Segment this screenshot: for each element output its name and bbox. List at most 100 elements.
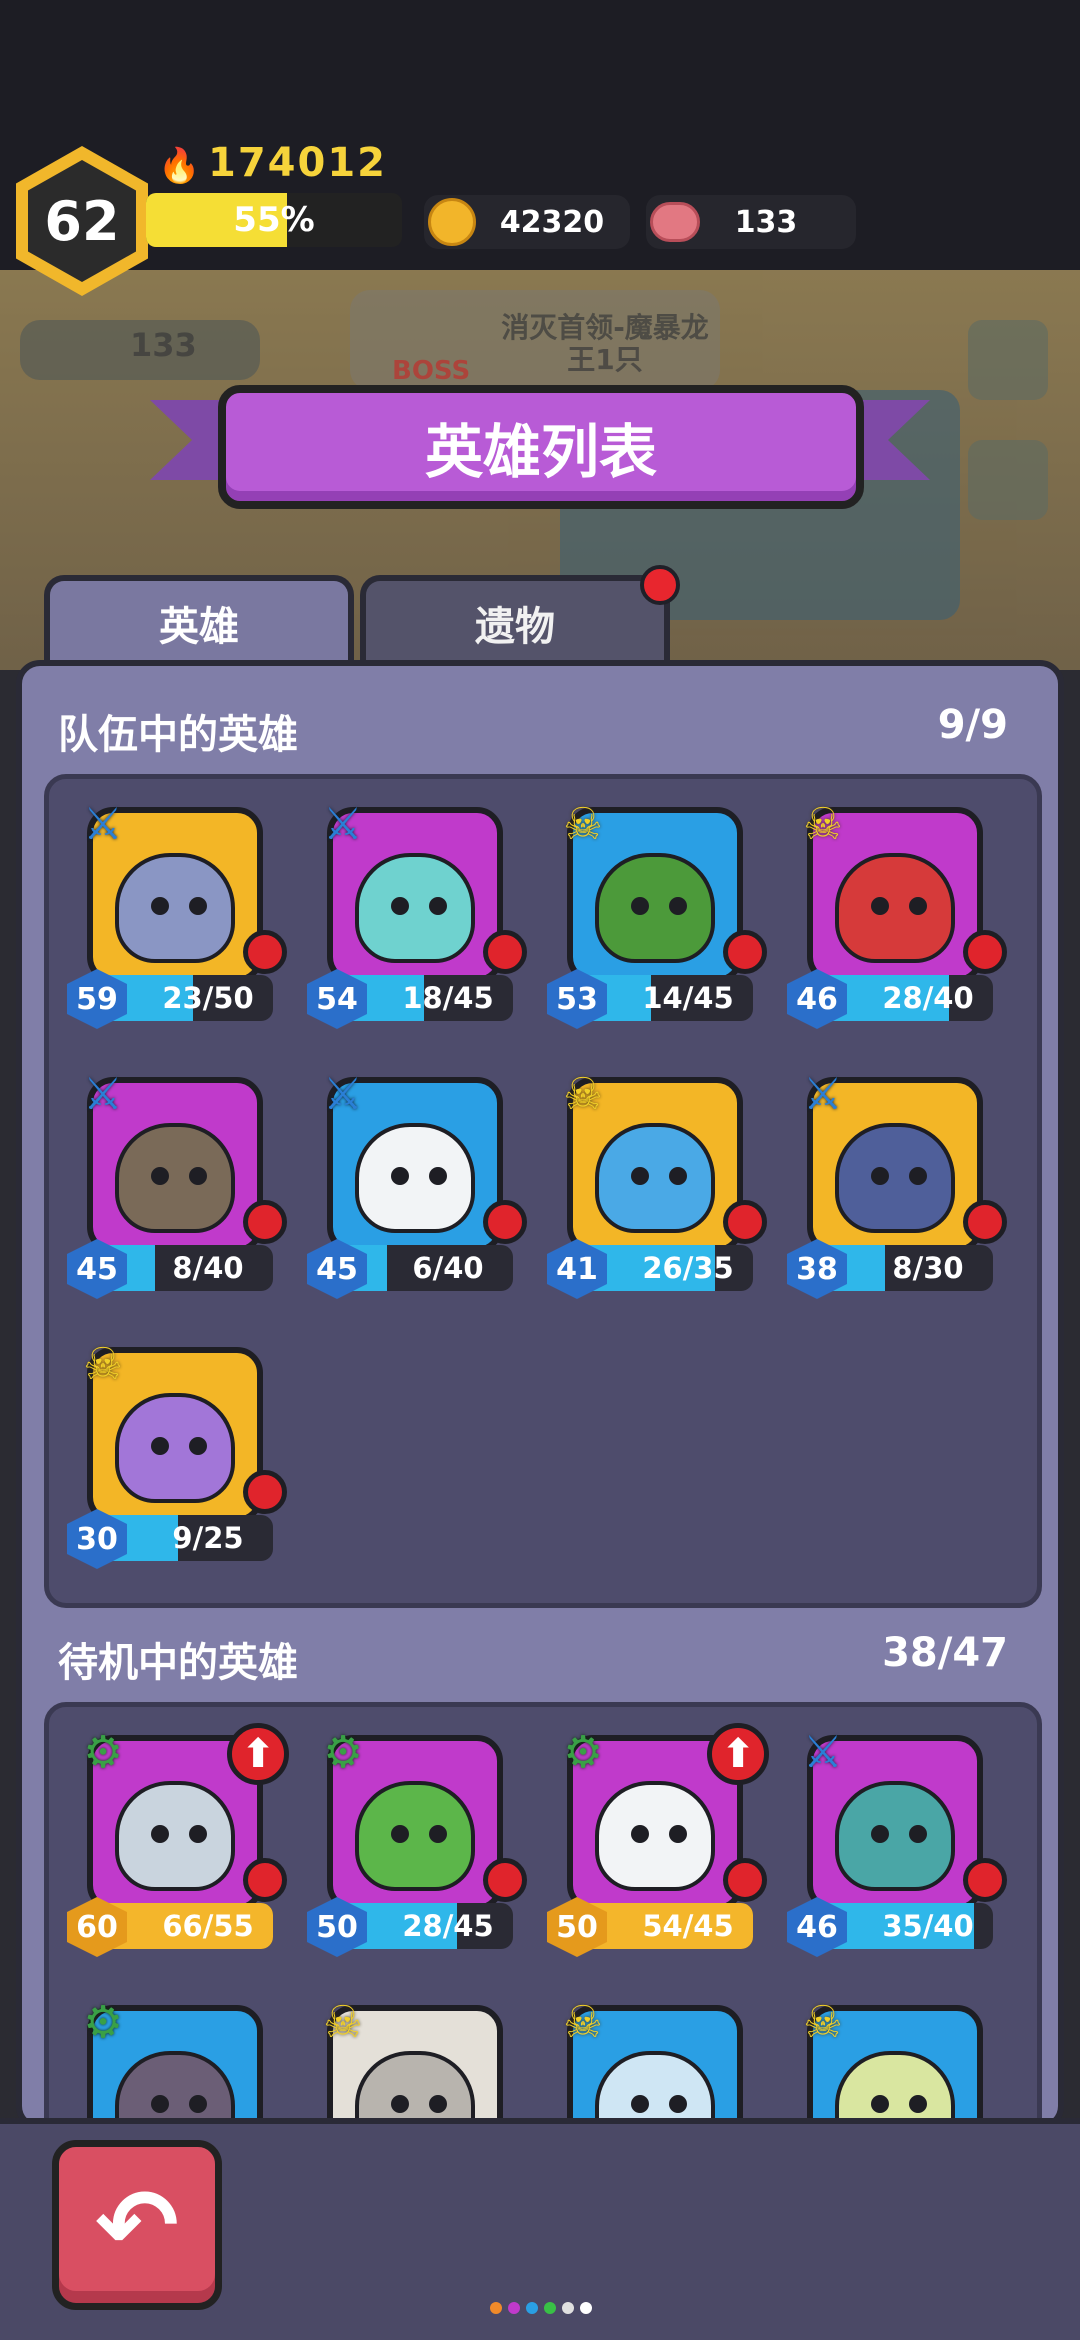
background-decor-icon bbox=[968, 440, 1048, 520]
hero-card[interactable]: ⚔ 35/40 46 bbox=[787, 1723, 1007, 1963]
page-indicator bbox=[490, 2302, 592, 2314]
hero-eye bbox=[669, 1167, 687, 1185]
hero-progress-text: 66/55 bbox=[162, 1909, 254, 1943]
hero-card[interactable]: ☠ 28/40 46 bbox=[787, 795, 1007, 1035]
crossed-swords-icon: ⚔ bbox=[83, 799, 123, 850]
hero-eye bbox=[189, 2095, 207, 2113]
hero-face bbox=[835, 1781, 955, 1891]
hero-eye bbox=[429, 1825, 447, 1843]
hero-eye bbox=[429, 1167, 447, 1185]
hero-card[interactable]: ☠ bbox=[787, 1993, 1007, 2124]
hero-face bbox=[115, 1393, 235, 1503]
hero-eye bbox=[909, 1825, 927, 1843]
meat-icon bbox=[650, 202, 700, 242]
hero-progress-text: 28/40 bbox=[882, 981, 974, 1015]
tab-heroes[interactable]: 英雄 bbox=[44, 575, 354, 665]
crossed-swords-icon: ⚔ bbox=[803, 1069, 843, 1120]
hero-card[interactable]: ☠ 26/35 41 bbox=[547, 1065, 767, 1305]
hero-eye bbox=[909, 897, 927, 915]
hero-eye bbox=[871, 1167, 889, 1185]
hero-eye bbox=[151, 2095, 169, 2113]
hero-eye bbox=[151, 1437, 169, 1455]
notification-dot bbox=[483, 930, 527, 974]
crossed-swords-icon: ⚔ bbox=[803, 1727, 843, 1778]
hero-card[interactable]: ⚔ 18/45 54 bbox=[307, 795, 527, 1035]
hero-eye bbox=[391, 1825, 409, 1843]
hero-progress-text: 8/30 bbox=[892, 1251, 964, 1285]
crossed-swords-icon: ⚔ bbox=[323, 1069, 363, 1120]
hero-eye bbox=[631, 897, 649, 915]
notification-dot bbox=[483, 1200, 527, 1244]
hero-eye bbox=[669, 897, 687, 915]
hero-card[interactable]: ⚔ 8/30 38 bbox=[787, 1065, 1007, 1305]
hero-card[interactable]: ☠ 14/45 53 bbox=[547, 795, 767, 1035]
notification-dot bbox=[963, 930, 1007, 974]
page-dot bbox=[526, 2302, 538, 2314]
hero-card[interactable]: ⚙ 28/45 50 bbox=[307, 1723, 527, 1963]
hero-eye bbox=[631, 1825, 649, 1843]
hero-list-panel[interactable]: 队伍中的英雄 9/9 ⚔ 23/50 59 ⚔ 18/45 54 ☠ 14/45 53 ☠ 28/4… bbox=[16, 660, 1064, 2130]
hero-face bbox=[355, 1123, 475, 1233]
gear-skull-icon: ⚙ bbox=[323, 1727, 363, 1778]
hero-eye bbox=[391, 897, 409, 915]
hero-card[interactable]: ⚙ ⬆ 54/45 50 bbox=[547, 1723, 769, 1963]
hero-card[interactable]: ⚔ 23/50 59 bbox=[67, 795, 287, 1035]
hero-card[interactable]: ⚙ bbox=[67, 1993, 287, 2124]
notification-dot bbox=[243, 930, 287, 974]
crossed-bones-icon: ☠ bbox=[563, 1069, 603, 1120]
hero-eye bbox=[871, 1825, 889, 1843]
team-section-count: 9/9 bbox=[937, 702, 1008, 748]
hero-eye bbox=[151, 1167, 169, 1185]
upgrade-arrow-icon: ⬆ bbox=[707, 1723, 769, 1785]
background-meat-count: 133 bbox=[130, 326, 197, 364]
meat-value: 133 bbox=[734, 204, 798, 240]
gear-skull-icon: ⚙ bbox=[83, 1997, 123, 2048]
notification-dot bbox=[723, 1200, 767, 1244]
notification-dot bbox=[243, 1470, 287, 1514]
hero-card[interactable]: ⚙ ⬆ 66/55 60 bbox=[67, 1723, 289, 1963]
hero-eye bbox=[909, 1167, 927, 1185]
background-quest-text: 消灭首领-魔暴龙王1只 bbox=[501, 311, 709, 376]
gear-skull-icon: ⚙ bbox=[563, 1727, 603, 1778]
hero-progress-text: 23/50 bbox=[162, 981, 254, 1015]
background-decor-icon bbox=[968, 320, 1048, 400]
page-dot bbox=[580, 2302, 592, 2314]
gear-skull-icon: ⚙ bbox=[83, 1727, 123, 1778]
hero-progress-text: 18/45 bbox=[402, 981, 494, 1015]
tab-relics[interactable]: 遗物 bbox=[360, 575, 670, 665]
page-dot bbox=[490, 2302, 502, 2314]
notification-dot bbox=[963, 1858, 1007, 1902]
notification-dot bbox=[483, 1858, 527, 1902]
hero-eye bbox=[189, 1825, 207, 1843]
hero-eye bbox=[151, 1825, 169, 1843]
hero-progress-text: 54/45 bbox=[642, 1909, 734, 1943]
crossed-bones-icon: ☠ bbox=[83, 1339, 123, 1390]
hero-eye bbox=[391, 1167, 409, 1185]
standby-hero-grid: ⚙ ⬆ 66/55 60 ⚙ 28/45 50 ⚙ ⬆ 54/45 50 ⚔ 35/40 46 ⚙ ☠ ☠ ☠ bbox=[44, 1702, 1042, 2124]
back-button[interactable]: ↶ bbox=[52, 2140, 222, 2310]
hero-card[interactable]: ⚔ 8/40 45 bbox=[67, 1065, 287, 1305]
hero-card[interactable]: ☠ bbox=[547, 1993, 767, 2124]
hero-eye bbox=[189, 1437, 207, 1455]
hero-progress-text: 35/40 bbox=[882, 1909, 974, 1943]
notification-dot bbox=[723, 930, 767, 974]
hero-eye bbox=[909, 2095, 927, 2113]
hero-card[interactable]: ⚔ 6/40 45 bbox=[307, 1065, 527, 1305]
hero-face bbox=[595, 853, 715, 963]
crossed-swords-icon: ⚔ bbox=[323, 799, 363, 850]
page-dot bbox=[562, 2302, 574, 2314]
screen-title: 英雄列表 bbox=[218, 385, 864, 509]
hero-card[interactable]: ☠ 9/25 30 bbox=[67, 1335, 287, 1575]
fire-icon: 🔥 bbox=[158, 146, 201, 186]
hero-face bbox=[595, 1781, 715, 1891]
hero-eye bbox=[189, 1167, 207, 1185]
xp-percent: 55% bbox=[233, 200, 315, 240]
team-hero-grid: ⚔ 23/50 59 ⚔ 18/45 54 ☠ 14/45 53 ☠ 28/40 46 ⚔ 8/40 45 ⚔… bbox=[44, 774, 1042, 1608]
hero-progress-text: 14/45 bbox=[642, 981, 734, 1015]
hero-progress-text: 9/25 bbox=[172, 1521, 244, 1555]
hero-progress-text: 6/40 bbox=[412, 1251, 484, 1285]
hero-eye bbox=[391, 2095, 409, 2113]
notification-dot bbox=[963, 1200, 1007, 1244]
hero-face bbox=[115, 853, 235, 963]
hero-card[interactable]: ☠ bbox=[307, 1993, 527, 2124]
